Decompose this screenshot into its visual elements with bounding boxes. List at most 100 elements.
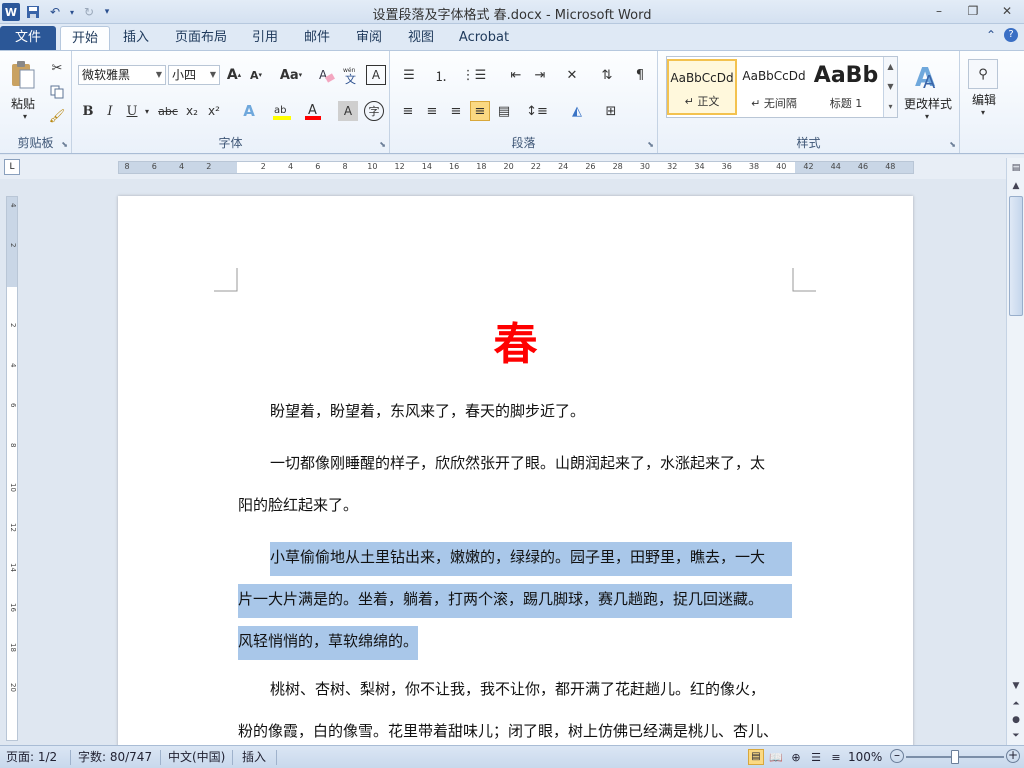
next-page-icon[interactable]: ⏷: [1008, 728, 1024, 744]
change-styles-dropdown-icon[interactable]: ▾: [920, 111, 934, 121]
zoom-slider-knob[interactable]: [951, 750, 959, 764]
web-layout-icon[interactable]: ⊕: [788, 749, 804, 766]
bold-icon[interactable]: B: [78, 101, 98, 121]
draft-view-icon[interactable]: ≡: [828, 749, 844, 766]
style-no-spacing[interactable]: AaBbCcDd ↵ 无间隔: [739, 59, 809, 115]
full-screen-reading-icon[interactable]: 📖: [768, 749, 784, 766]
highlight-icon[interactable]: ab: [270, 101, 294, 121]
tab-view[interactable]: 视图: [400, 26, 442, 50]
line-spacing-icon[interactable]: ↕≡: [524, 101, 550, 121]
paragraph-launcher-icon[interactable]: ⬊: [647, 140, 654, 149]
character-shading-icon[interactable]: A: [338, 101, 358, 121]
show-marks-icon[interactable]: ¶: [630, 65, 650, 85]
tab-selector-icon[interactable]: L: [4, 159, 20, 175]
text-effects-icon[interactable]: A: [238, 101, 260, 121]
tab-home[interactable]: 开始: [60, 26, 110, 50]
scroll-down-icon[interactable]: ▼: [1008, 678, 1024, 694]
strikethrough-icon[interactable]: abc: [156, 101, 180, 121]
paragraph-line[interactable]: 阳的脸红起来了。: [238, 490, 358, 520]
binoculars-icon[interactable]: ⚲: [968, 59, 998, 89]
editing-dropdown-icon[interactable]: ▾: [976, 107, 990, 117]
zoom-level[interactable]: 100%: [848, 749, 882, 766]
multilevel-list-icon[interactable]: ⋮☰: [462, 65, 487, 85]
superscript-icon[interactable]: x²: [204, 101, 224, 121]
close-button[interactable]: ✕: [990, 0, 1024, 22]
browse-object-icon[interactable]: ●: [1008, 712, 1024, 728]
scroll-thumb[interactable]: [1009, 196, 1023, 316]
font-launcher-icon[interactable]: ⬊: [379, 140, 386, 149]
gallery-up-icon[interactable]: ▲: [884, 57, 897, 77]
horizontal-ruler[interactable]: 8 6 4 2 2 4 6 8 10 12 14 16 18 20 22 24 26 28 30 32 34 36 38 40…: [118, 161, 914, 174]
document-page[interactable]: 春 盼望着，盼望着，东风来了，春天的脚步近了。 一切都像刚睡醒的样子，欣欣然张开了…: [118, 196, 913, 745]
tab-file[interactable]: 文件: [0, 26, 56, 50]
borders-icon[interactable]: ⊞: [598, 101, 624, 121]
subscript-icon[interactable]: x₂: [182, 101, 202, 121]
distributed-icon[interactable]: ▤: [494, 101, 514, 121]
increase-indent-icon[interactable]: ⇥: [530, 65, 550, 85]
decrease-indent-icon[interactable]: ⇤: [506, 65, 526, 85]
document-workspace[interactable]: 春 盼望着，盼望着，东风来了，春天的脚步近了。 一切都像刚睡醒的样子，欣欣然张开了…: [22, 180, 1006, 745]
italic-icon[interactable]: I: [100, 101, 120, 121]
paste-icon[interactable]: [8, 59, 38, 91]
tab-insert[interactable]: 插入: [114, 26, 158, 50]
paste-label[interactable]: 粘贴: [6, 95, 40, 112]
outline-view-icon[interactable]: ☰: [808, 749, 824, 766]
numbering-icon[interactable]: ⒈: [430, 65, 452, 85]
style-heading-1[interactable]: AaBb 标题 1: [811, 59, 881, 115]
font-color-icon[interactable]: A: [302, 101, 324, 121]
chinese-layout-icon[interactable]: ✕: [560, 65, 584, 85]
paragraph-line[interactable]: 小草偷偷地从土里钻出来，嫩嫩的，绿绿的。园子里，田野里，瞧去，一大: [270, 542, 792, 576]
paste-dropdown-icon[interactable]: ▾: [20, 111, 30, 121]
change-styles-label[interactable]: 更改样式: [900, 95, 956, 112]
style-normal[interactable]: AaBbCcDd ↵ 正文: [667, 59, 737, 115]
paragraph-line[interactable]: 盼望着，盼望着，东风来了，春天的脚步近了。: [270, 396, 792, 426]
copy-icon[interactable]: [48, 83, 66, 101]
underline-dropdown-icon[interactable]: ▾: [142, 101, 152, 121]
style-gallery-scroll[interactable]: ▲ ▼ ▾: [883, 57, 897, 117]
page-count[interactable]: 页面: 1/2: [6, 749, 57, 766]
clear-formatting-icon[interactable]: A: [316, 65, 336, 85]
vertical-ruler[interactable]: 4 2 2 4 6 8 10 12 14 16 18 20: [6, 196, 18, 741]
font-name-combo[interactable]: 微软雅黑 ▼: [78, 65, 166, 85]
grow-font-icon[interactable]: A ▴: [224, 65, 244, 85]
ruler-toggle-icon[interactable]: ▤: [1008, 160, 1024, 176]
underline-icon[interactable]: U: [122, 101, 142, 121]
character-border-icon[interactable]: A: [366, 65, 386, 85]
minimize-ribbon-icon[interactable]: ⌃: [986, 28, 996, 42]
align-center-icon[interactable]: ≡: [422, 101, 442, 121]
font-size-combo[interactable]: 小四 ▼: [168, 65, 220, 85]
tab-acrobat[interactable]: Acrobat: [452, 26, 516, 50]
restore-button[interactable]: ❐: [956, 0, 990, 22]
gallery-down-icon[interactable]: ▼: [884, 77, 897, 97]
vertical-scrollbar[interactable]: ▤ ▲ ▼ ⏶ ● ⏷: [1006, 158, 1024, 745]
format-painter-icon[interactable]: 🖌: [48, 107, 66, 125]
help-icon[interactable]: ?: [1004, 28, 1018, 42]
sort-icon[interactable]: ⇅: [596, 65, 618, 85]
change-styles-icon[interactable]: AA: [900, 57, 954, 97]
gallery-more-icon[interactable]: ▾: [884, 97, 897, 117]
minimize-button[interactable]: –: [922, 0, 956, 22]
tab-references[interactable]: 引用: [244, 26, 286, 50]
paragraph-line[interactable]: 片一大片满是的。坐着，躺着，打两个滚，踢几脚球，赛几趟跑，捉几回迷藏。: [238, 584, 792, 618]
bullets-icon[interactable]: ☰: [398, 65, 420, 85]
document-body[interactable]: 盼望着，盼望着，东风来了，春天的脚步近了。 一切都像刚睡醒的样子，欣欣然张开了眼。…: [238, 196, 792, 745]
align-right-icon[interactable]: ≡: [446, 101, 466, 121]
clipboard-launcher-icon[interactable]: ⬊: [61, 140, 68, 149]
tab-mailings[interactable]: 邮件: [296, 26, 338, 50]
align-left-icon[interactable]: ≡: [398, 101, 418, 121]
insert-mode[interactable]: 插入: [242, 749, 266, 766]
zoom-in-icon[interactable]: +: [1006, 749, 1020, 763]
editing-label[interactable]: 编辑: [964, 91, 1004, 108]
paragraph-line[interactable]: 粉的像霞，白的像雪。花里带着甜味儿；闭了眼，树上仿佛已经满是桃儿、杏儿、: [238, 716, 778, 745]
phonetic-guide-icon[interactable]: wén 文: [340, 65, 362, 85]
tab-review[interactable]: 审阅: [348, 26, 390, 50]
enclose-characters-icon[interactable]: 字: [364, 101, 384, 121]
paragraph-line[interactable]: 风轻悄悄的，草软绵绵的。: [238, 626, 419, 660]
paragraph-line[interactable]: 桃树、杏树、梨树，你不让我，我不让你，都开满了花赶趟儿。红的像火，: [270, 674, 792, 704]
word-count[interactable]: 字数: 80/747: [78, 749, 152, 766]
paragraph-line[interactable]: 一切都像刚睡醒的样子，欣欣然张开了眼。山朗润起来了，水涨起来了，太: [270, 448, 792, 478]
zoom-out-icon[interactable]: –: [890, 749, 904, 763]
print-layout-view-icon[interactable]: ▤: [748, 749, 764, 765]
language-indicator[interactable]: 中文(中国): [168, 749, 225, 766]
scroll-up-icon[interactable]: ▲: [1008, 178, 1024, 194]
